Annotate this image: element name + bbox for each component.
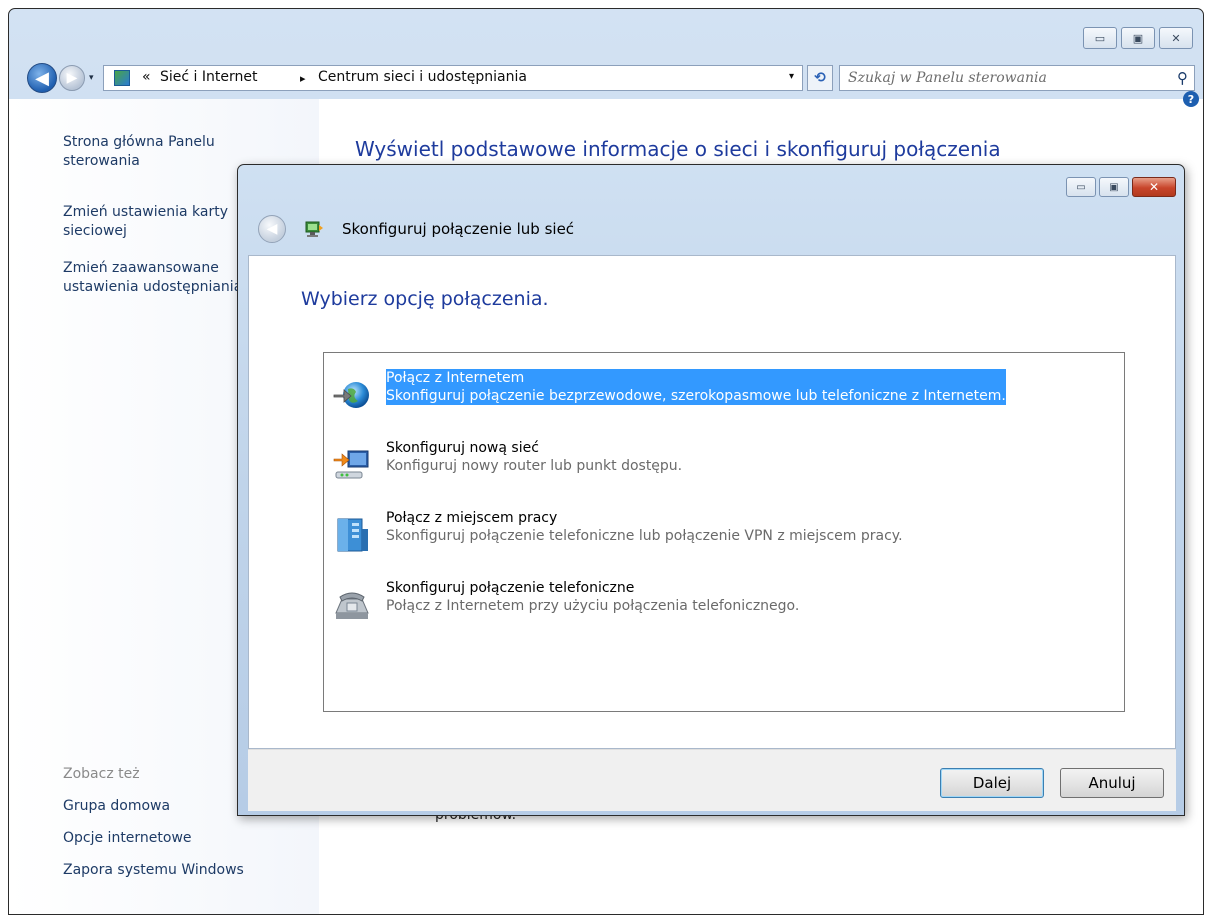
- link-advanced-sharing-settings[interactable]: Zmień zaawansowane ustawienia udostępnia…: [63, 259, 263, 297]
- option-connect-internet[interactable]: Połącz z Internetem Skonfiguruj połączen…: [326, 369, 1086, 419]
- arrow-left-icon: ◀: [35, 67, 49, 89]
- router-icon: [333, 450, 369, 479]
- option-description: Konfiguruj nowy router lub punkt dostępu…: [386, 458, 683, 474]
- back-button[interactable]: ◀: [27, 63, 57, 93]
- refresh-icon: ⟲: [814, 70, 826, 86]
- telephone-icon: [335, 592, 369, 619]
- see-also-label: Zobacz też: [63, 766, 140, 782]
- option-texts: Połącz z Internetem Skonfiguruj połączen…: [386, 369, 1006, 405]
- option-title: Skonfiguruj połączenie telefoniczne: [386, 580, 635, 596]
- option-description: Połącz z Internetem przy użyciu połączen…: [386, 598, 800, 614]
- arrow-right-icon: ▶: [66, 70, 78, 86]
- link-change-adapter-settings[interactable]: Zmień ustawienia karty sieciowej: [63, 203, 263, 241]
- address-bar[interactable]: « Sieć i Internet ▸ Centrum sieci i udos…: [103, 65, 803, 91]
- option-texts: Skonfiguruj nową sieć Konfiguruj nowy ro…: [386, 439, 682, 475]
- option-setup-new-network[interactable]: Skonfiguruj nową sieć Konfiguruj nowy ro…: [326, 439, 1086, 489]
- option-title: Połącz z miejscem pracy: [386, 510, 558, 526]
- search-placeholder: Szukaj w Panelu sterowania: [848, 70, 1047, 86]
- option-setup-dialup[interactable]: Skonfiguruj połączenie telefoniczne Połą…: [326, 579, 1086, 629]
- dialog-title: Skonfiguruj połączenie lub sieć: [342, 220, 575, 238]
- link-internet-options[interactable]: Opcje internetowe: [63, 829, 192, 848]
- refresh-button[interactable]: ⟲: [807, 65, 833, 91]
- dialog-maximize-button[interactable]: ▣: [1099, 177, 1129, 197]
- workplace-icon: [337, 518, 368, 552]
- address-dropdown-icon[interactable]: ▾: [789, 71, 794, 82]
- page-title: Wyświetl podstawowe informacje o sieci i…: [355, 137, 1001, 161]
- dialog-minimize-button[interactable]: ▭: [1066, 177, 1096, 197]
- maximize-button[interactable]: ▣: [1121, 27, 1155, 49]
- help-icon[interactable]: ?: [1183, 91, 1199, 107]
- option-texts: Połącz z miejscem pracy Skonfiguruj połą…: [386, 509, 903, 545]
- dialog-footer: Dalej Anuluj: [248, 749, 1176, 811]
- dialog-window-controls: ▭ ▣ ✕: [1066, 177, 1176, 197]
- forward-button[interactable]: ▶: [59, 65, 85, 91]
- breadcrumb-chevron[interactable]: «: [142, 69, 151, 85]
- globe-icon: [333, 382, 369, 408]
- history-dropdown[interactable]: ▾: [89, 73, 94, 83]
- minimize-button[interactable]: ▭: [1083, 27, 1117, 49]
- dialog-body: Wybierz opcję połączenia. Połącz z Inter…: [248, 255, 1176, 749]
- search-input[interactable]: Szukaj w Panelu sterowania ⚲: [839, 65, 1195, 91]
- control-panel-icon: [114, 70, 130, 86]
- close-button[interactable]: ✕: [1159, 27, 1193, 49]
- navigation-bar: ◀ ▶ ▾ « Sieć i Internet ▸ Centrum sieci …: [9, 61, 1203, 93]
- link-homegroup[interactable]: Grupa domowa: [63, 797, 170, 816]
- arrow-left-icon: ◀: [266, 221, 278, 237]
- next-button[interactable]: Dalej: [940, 768, 1044, 798]
- network-setup-icon: [305, 221, 323, 237]
- option-connect-workplace[interactable]: Połącz z miejscem pracy Skonfiguruj połą…: [326, 509, 1086, 559]
- window-controls: ▭ ▣ ✕: [1083, 27, 1193, 49]
- dialog-close-button[interactable]: ✕: [1132, 177, 1176, 197]
- breadcrumb-separator-icon[interactable]: ▸: [300, 72, 306, 85]
- breadcrumb-item-network-internet[interactable]: Sieć i Internet: [160, 69, 257, 85]
- link-windows-firewall[interactable]: Zapora systemu Windows: [63, 861, 244, 880]
- breadcrumb-item-network-center[interactable]: Centrum sieci i udostępniania: [318, 69, 527, 85]
- link-control-panel-home[interactable]: Strona główna Panelu sterowania: [63, 133, 263, 171]
- option-texts: Skonfiguruj połączenie telefoniczne Połą…: [386, 579, 799, 615]
- dialog-heading: Wybierz opcję połączenia.: [301, 288, 549, 310]
- option-title: Połącz z Internetem: [386, 369, 1006, 387]
- option-title: Skonfiguruj nową sieć: [386, 440, 539, 456]
- option-description: Skonfiguruj połączenie telefoniczne lub …: [386, 528, 903, 544]
- search-icon[interactable]: ⚲: [1177, 69, 1188, 87]
- option-description: Skonfiguruj połączenie bezprzewodowe, sz…: [386, 387, 1006, 405]
- setup-connection-dialog: ▭ ▣ ✕ ◀ Skonfiguruj połączenie lub sieć …: [237, 164, 1185, 816]
- dialog-back-button[interactable]: ◀: [258, 215, 286, 243]
- cancel-button[interactable]: Anuluj: [1060, 768, 1164, 798]
- connection-options-list: Połącz z Internetem Skonfiguruj połączen…: [323, 352, 1125, 712]
